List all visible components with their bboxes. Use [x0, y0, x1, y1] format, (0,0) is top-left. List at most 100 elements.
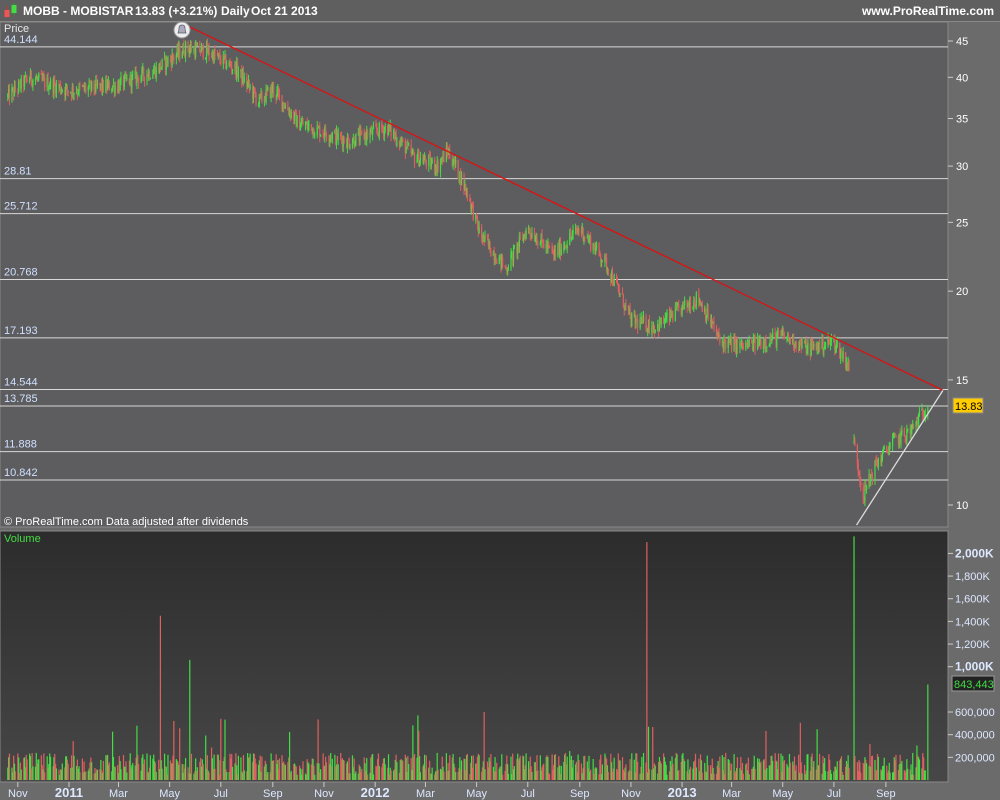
candle [366, 128, 369, 140]
candle [384, 123, 386, 134]
candle [918, 407, 921, 417]
candle [601, 260, 604, 263]
candle-body [490, 252, 492, 256]
candle-body [765, 340, 767, 347]
candle-body [684, 299, 686, 306]
candle [314, 131, 316, 140]
candle [220, 55, 222, 66]
candle [91, 80, 93, 93]
candle [167, 55, 169, 68]
candle-body [195, 44, 197, 57]
time-tick-label: Jul [827, 788, 841, 800]
candle [525, 227, 527, 240]
candle-body [907, 429, 909, 431]
candle [578, 227, 580, 237]
candle-body [854, 440, 856, 445]
candle [190, 41, 193, 53]
candle [61, 88, 63, 93]
candle [543, 238, 545, 249]
candle-body [49, 79, 52, 88]
volume-panel[interactable] [0, 530, 949, 783]
candle-body [801, 340, 803, 347]
time-tick-label: May [466, 788, 487, 800]
candle-body [901, 429, 903, 432]
candle-body [8, 88, 11, 101]
candle [443, 150, 445, 163]
level-label: 11.888 [4, 439, 37, 451]
candlestick-logo-icon [4, 3, 17, 18]
candle-body [419, 157, 422, 161]
candle-body [866, 485, 868, 490]
candle [901, 425, 903, 436]
chart-area[interactable]: 44.144 28.81 25.712 20.768 17.193 14.544 13.78… [0, 22, 1000, 800]
candle-body [795, 341, 797, 347]
candle-body [472, 204, 474, 220]
time-tick-label: May [159, 788, 180, 800]
candle [848, 359, 850, 372]
candle-body [179, 46, 181, 59]
candle-body [484, 234, 486, 241]
candle-body [372, 125, 375, 129]
candle [725, 339, 727, 354]
candle-body [302, 121, 304, 126]
candle-body [566, 244, 568, 249]
candle-body [155, 66, 157, 78]
candle-body [569, 233, 572, 238]
candle [707, 304, 709, 322]
candle [143, 76, 146, 87]
candle [284, 102, 286, 109]
candle [754, 333, 756, 355]
candle [871, 472, 874, 485]
period[interactable]: Daily [221, 4, 250, 18]
candle-body [760, 340, 762, 350]
candle [642, 310, 645, 324]
candle [572, 224, 574, 240]
candle [895, 434, 897, 438]
candle-body [701, 303, 703, 312]
candle [349, 143, 351, 150]
candle [560, 243, 562, 256]
candle-body [61, 90, 63, 92]
candle [255, 91, 257, 107]
candle-body [114, 85, 116, 93]
candle-body [181, 53, 183, 59]
volume-tick-label: 400,000 [955, 730, 995, 742]
candle [196, 42, 198, 47]
candle [173, 54, 175, 65]
candle-body [455, 159, 457, 165]
candle-body [73, 93, 75, 95]
candle [484, 230, 486, 243]
candle-body [460, 174, 463, 186]
candle-body [361, 130, 363, 133]
candle-body [267, 87, 269, 90]
candle-body [466, 189, 468, 198]
candle [396, 136, 398, 148]
candle-body [525, 230, 527, 240]
candle-body [877, 458, 879, 467]
candle-body [220, 60, 222, 65]
candle-body [637, 319, 639, 328]
candle-body [836, 342, 838, 344]
candle-body [143, 67, 145, 77]
candle-body [20, 77, 22, 89]
time-tick-label: Jul [521, 788, 535, 800]
candle-body [449, 150, 451, 158]
time-tick-label: 2012 [361, 785, 390, 800]
candle [496, 258, 498, 265]
time-tick-label: Sep [263, 788, 283, 800]
candle [760, 338, 762, 350]
candle [14, 80, 16, 93]
candle [660, 317, 662, 329]
candle-body [261, 92, 263, 102]
site-link[interactable]: www.ProRealTime.com [862, 4, 994, 18]
candle-body [719, 337, 721, 342]
candle [214, 45, 216, 61]
candle-body [578, 229, 580, 231]
candle [666, 309, 668, 324]
time-tick-label: Mar [109, 788, 128, 800]
candle [730, 335, 733, 353]
candle-body [783, 335, 786, 339]
candle [654, 329, 656, 334]
candle-body [85, 85, 87, 92]
alert-bell-icon[interactable] [173, 22, 191, 39]
